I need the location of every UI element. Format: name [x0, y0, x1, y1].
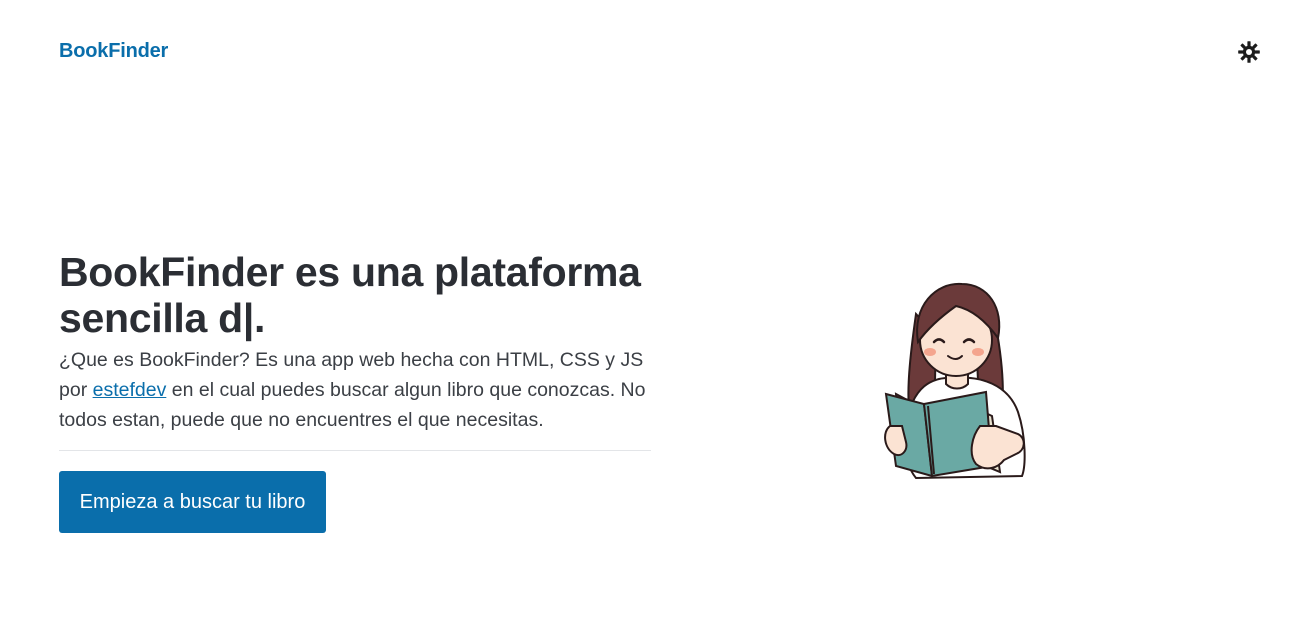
hero-section: BookFinder es una plataforma sencilla d|… — [59, 249, 651, 435]
theme-toggle-button[interactable] — [1235, 38, 1263, 66]
brand-logo-link[interactable]: BookFinder — [59, 40, 168, 63]
start-search-button[interactable]: Empieza a buscar tu libro — [59, 471, 326, 533]
girl-reading-book-illustration — [884, 282, 1026, 480]
navbar: BookFinder — [0, 0, 1316, 104]
hero-divider — [59, 450, 651, 451]
hero-title: BookFinder es una plataforma sencilla d|… — [59, 249, 641, 341]
author-link[interactable]: estefdev — [93, 379, 167, 401]
sun-icon — [1238, 41, 1260, 63]
hero-description: ¿Que es BookFinder? Es una app web hecha… — [59, 345, 651, 435]
